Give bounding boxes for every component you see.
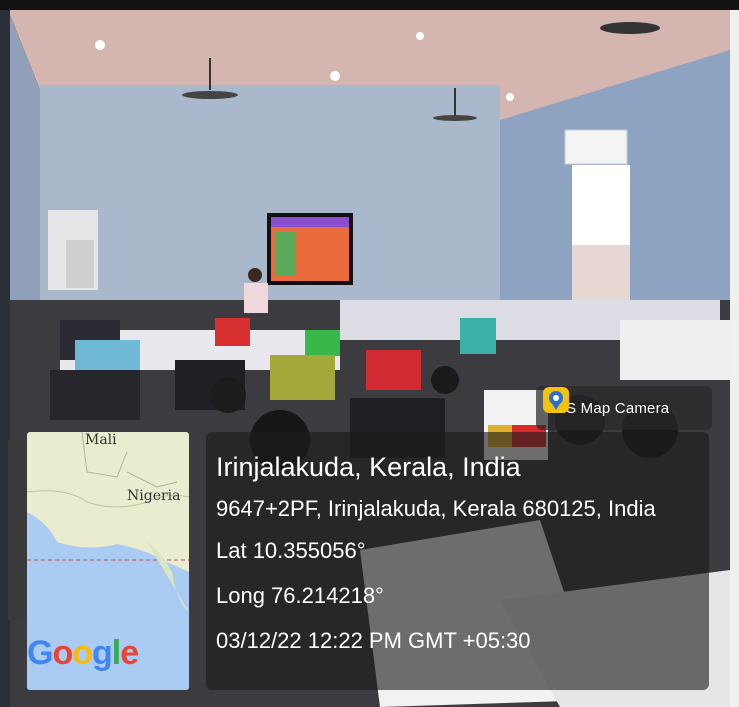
location-info-panel: Irinjalakuda, Kerala, India 9647+2PF, Ir… xyxy=(206,432,709,690)
date-time-stamp: 03/12/22 12:22 PM GMT +05:30 xyxy=(216,628,531,653)
location-pin-icon xyxy=(543,387,569,413)
place-name: Irinjalakuda, Kerala, India xyxy=(216,452,521,482)
full-address: 9647+2PF, Irinjalakuda, Kerala 680125, I… xyxy=(216,496,656,521)
location-map-thumbnail: Mali Nigeria Google xyxy=(27,432,189,690)
latitude-value: Lat 10.355056° xyxy=(216,538,366,563)
map-label-mali: Mali xyxy=(85,432,117,448)
gps-map-camera-badge: GPS Map Camera xyxy=(536,386,712,430)
photo-scene: GPS Map Camera Mali Nigeria Google Irinj… xyxy=(0,0,739,707)
google-logo: Google xyxy=(27,634,139,672)
longitude-value: Long 76.214218° xyxy=(216,583,384,608)
map-label-nigeria: Nigeria xyxy=(127,488,181,504)
